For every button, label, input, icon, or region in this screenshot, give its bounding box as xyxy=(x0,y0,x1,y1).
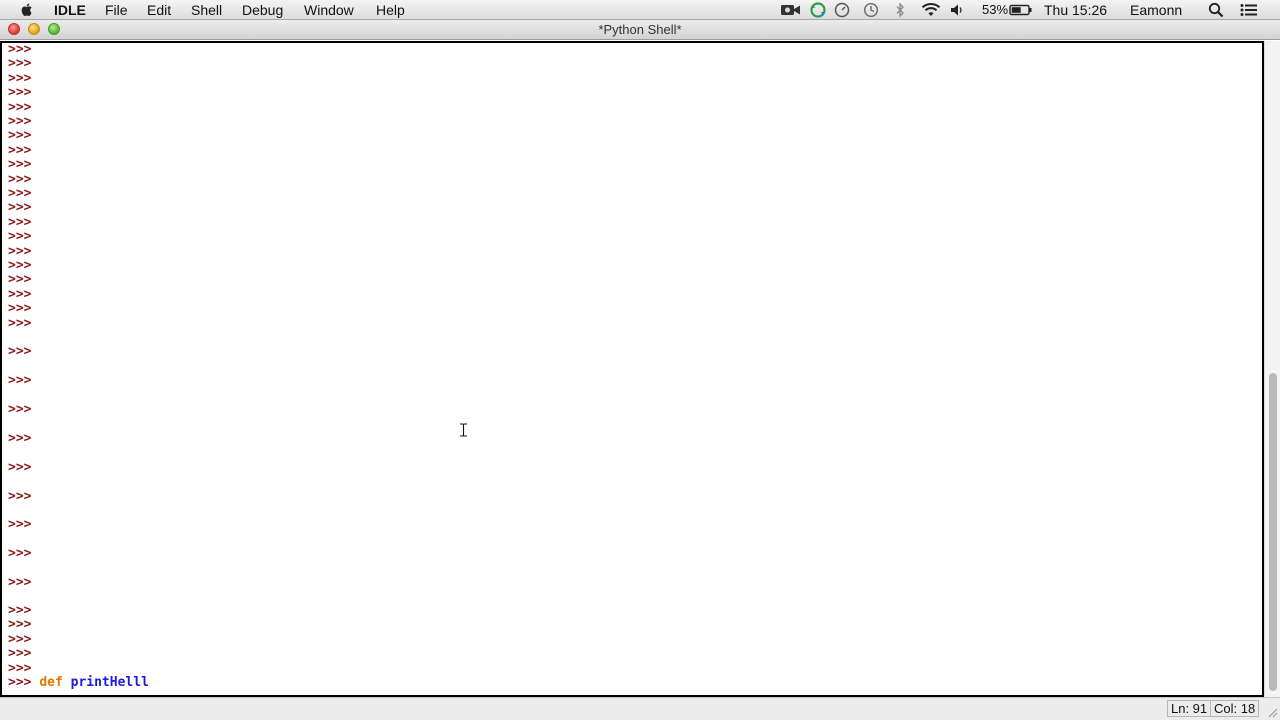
shell-prompt: >>> xyxy=(8,258,32,273)
spotlight-search-icon[interactable] xyxy=(1208,2,1224,18)
shell-prompt: >>> xyxy=(8,56,32,71)
app-menu-idle[interactable]: IDLE xyxy=(54,1,86,19)
shell-prompt: >>> xyxy=(8,186,32,201)
scrollbar-thumb[interactable] xyxy=(1269,373,1277,691)
text-cursor-icon xyxy=(460,423,467,437)
shell-text-area[interactable]: >>> >>> >>> >>> >>> >>> >>> >>> >>> >>> >>> >>> >>> >… xyxy=(0,41,1264,697)
shell-prompt: >>> xyxy=(8,675,32,690)
notification-list-icon[interactable] xyxy=(1239,2,1259,18)
shell-prompt: >>> xyxy=(8,431,32,446)
shell-prompt: >>> xyxy=(8,661,32,676)
shell-prompt: >>> xyxy=(8,546,32,561)
menu-file[interactable]: File xyxy=(105,1,128,19)
shell-prompt: >>> xyxy=(8,575,32,590)
menu-window[interactable]: Window xyxy=(304,1,354,19)
camera-icon[interactable] xyxy=(780,2,801,18)
shell-prompt: >>> xyxy=(8,244,32,259)
line-number: Ln: 91 xyxy=(1167,700,1212,717)
menu-debug[interactable]: Debug xyxy=(242,1,283,19)
shell-prompt: >>> xyxy=(8,646,32,661)
bluetooth-icon[interactable] xyxy=(895,2,905,18)
window-title-bar[interactable]: *Python Shell* xyxy=(0,20,1280,40)
apple-menu-icon[interactable] xyxy=(19,1,35,18)
shell-prompt: >>> xyxy=(8,42,32,57)
battery-icon[interactable] xyxy=(1009,2,1033,18)
shell-prompt: >>> xyxy=(8,157,32,172)
status-bar: Ln: 91 Col: 18 xyxy=(0,697,1280,720)
shell-prompt: >>> xyxy=(8,460,32,475)
battery-percent: 53% xyxy=(982,2,1009,17)
shell-prompt: >>> xyxy=(8,632,32,647)
shell-prompt: >>> xyxy=(8,114,32,129)
sync-icon[interactable] xyxy=(808,2,828,18)
keyword-def: def xyxy=(39,675,63,690)
shell-prompt: >>> xyxy=(8,215,32,230)
shell-prompt: >>> xyxy=(8,143,32,158)
user-name[interactable]: Eamonn xyxy=(1130,1,1182,19)
time-machine-icon[interactable] xyxy=(863,2,879,18)
clock[interactable]: Thu 15:26 xyxy=(1044,1,1107,19)
dashboard-icon[interactable] xyxy=(834,2,850,18)
menu-help[interactable]: Help xyxy=(376,1,405,19)
shell-current-line[interactable]: >>> def printHelll xyxy=(8,676,149,690)
shell-prompt: >>> xyxy=(8,402,32,417)
shell-prompt: >>> xyxy=(8,344,32,359)
menu-edit[interactable]: Edit xyxy=(147,1,171,19)
wifi-icon[interactable] xyxy=(920,2,942,18)
column-number: Col: 18 xyxy=(1210,700,1260,717)
shell-prompt: >>> xyxy=(8,200,32,215)
shell-prompt: >>> xyxy=(8,489,32,504)
volume-icon[interactable] xyxy=(950,2,964,18)
shell-prompt: >>> xyxy=(8,517,32,532)
resize-grip-icon[interactable] xyxy=(1266,706,1278,718)
shell-prompt: >>> xyxy=(8,287,32,302)
menu-shell[interactable]: Shell xyxy=(191,1,222,19)
menu-bar: IDLE File Edit Shell Debug Window Help 5… xyxy=(0,0,1280,20)
shell-prompt: >>> xyxy=(8,172,32,187)
shell-prompt: >>> xyxy=(8,603,32,618)
shell-prompt: >>> xyxy=(8,100,32,115)
shell-prompt: >>> xyxy=(8,617,32,632)
shell-prompt: >>> xyxy=(8,316,32,331)
shell-prompt: >>> xyxy=(8,373,32,388)
shell-prompt: >>> xyxy=(8,272,32,287)
shell-prompt: >>> xyxy=(8,85,32,100)
vertical-scrollbar[interactable] xyxy=(1264,41,1280,697)
shell-prompt: >>> xyxy=(8,301,32,316)
shell-prompt: >>> xyxy=(8,71,32,86)
shell-prompt: >>> xyxy=(8,229,32,244)
shell-prompt: >>> xyxy=(8,128,32,143)
window-title: *Python Shell* xyxy=(598,22,682,37)
function-name: printHelll xyxy=(70,675,149,690)
